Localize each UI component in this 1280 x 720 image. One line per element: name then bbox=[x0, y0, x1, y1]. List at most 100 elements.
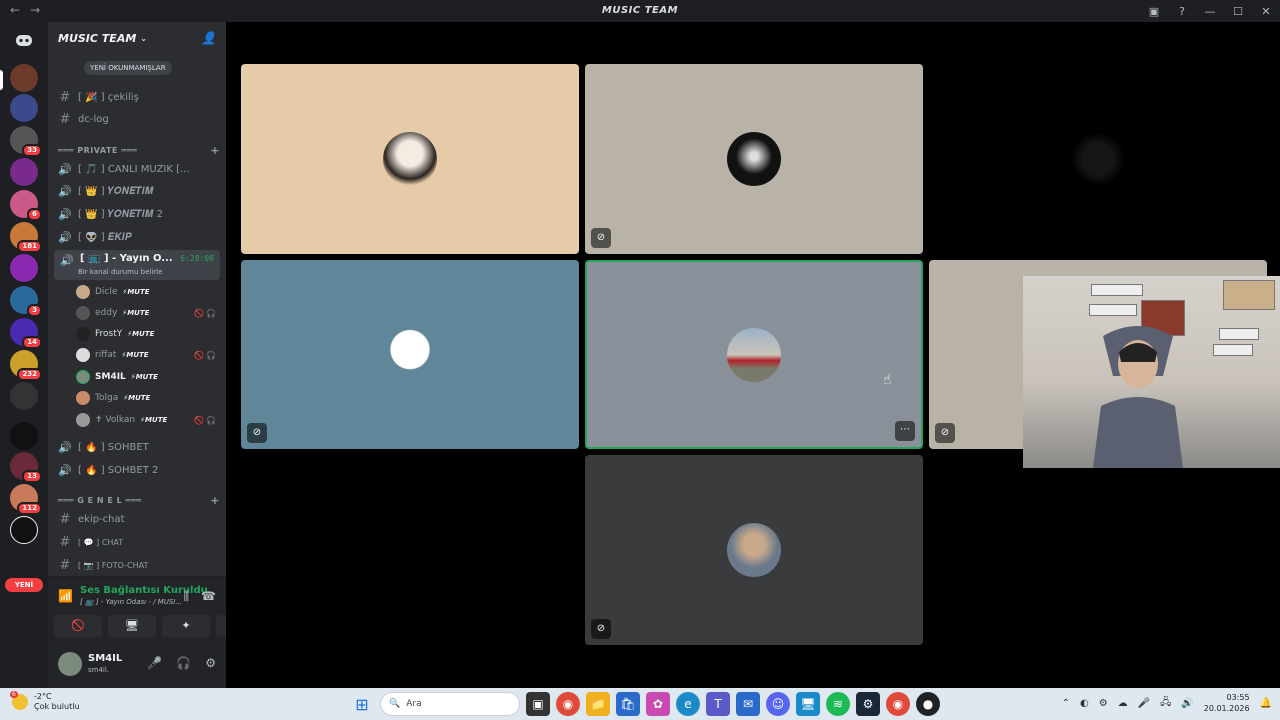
participant-tile[interactable]: ⊘ bbox=[585, 64, 923, 254]
activities-button[interactable]: ✦ bbox=[162, 615, 210, 637]
voice-member[interactable]: ✝ Volkan ⚡MUTE 🚫🎧 bbox=[76, 411, 218, 429]
tray-app-icon[interactable]: ◐ bbox=[1080, 698, 1089, 709]
server-icon[interactable] bbox=[10, 64, 38, 92]
microphone-icon[interactable]: 🎤 bbox=[147, 656, 162, 670]
hash-icon: # bbox=[59, 89, 71, 105]
windows-start-icon[interactable]: ⊞ bbox=[350, 692, 374, 716]
voice-member[interactable]: FrostY ⚡MUTE bbox=[76, 325, 218, 343]
unread-messages-pill[interactable]: YENİ OKUNMAMIŞLAR bbox=[84, 61, 172, 75]
voice-member[interactable]: Dicle ⚡MUTE bbox=[76, 283, 218, 301]
store-icon[interactable]: 🛍 bbox=[616, 692, 640, 716]
plus-icon[interactable]: + bbox=[210, 494, 220, 507]
discord-icon[interactable]: ☺ bbox=[766, 692, 790, 716]
server-icon[interactable] bbox=[10, 94, 38, 122]
channel-foto-chat[interactable]: # [ 📷 ] FOTO-CHAT bbox=[56, 555, 220, 575]
close-button[interactable]: ✕ bbox=[1252, 5, 1280, 18]
voice-channel[interactable]: 🔊 [ 🔥 ] SOHBET bbox=[56, 437, 220, 457]
voice-channel-name[interactable]: [ 📺 ] - Yayın Odası - / MUSI... bbox=[80, 598, 182, 606]
voice-member[interactable]: Tolga ⚡MUTE bbox=[76, 389, 218, 407]
edge-icon[interactable]: e bbox=[676, 692, 700, 716]
username[interactable]: SM4IL bbox=[88, 653, 122, 664]
notification-bell-icon[interactable]: 🔔 bbox=[1260, 698, 1272, 709]
server-icon[interactable]: 14 bbox=[10, 318, 42, 349]
obs-icon[interactable]: ● bbox=[916, 692, 940, 716]
maximize-button[interactable]: ☐ bbox=[1224, 5, 1252, 18]
avatar[interactable] bbox=[58, 652, 82, 676]
server-header[interactable]: MUSIC TEAM ⌄ 👤 bbox=[48, 22, 226, 54]
volume-icon[interactable]: 🔊 bbox=[1181, 698, 1193, 709]
server-icon[interactable]: 3 bbox=[10, 286, 42, 317]
tray-app-icon[interactable]: ☁ bbox=[1118, 698, 1128, 709]
server-icon[interactable] bbox=[10, 422, 38, 450]
server-icon[interactable]: 112 bbox=[10, 484, 42, 515]
weather-icon: 6 bbox=[10, 691, 28, 710]
server-icon[interactable] bbox=[10, 516, 38, 544]
category-private[interactable]: ═══ PRIVATE ═══ + bbox=[58, 143, 220, 157]
disconnect-icon[interactable]: ☎ bbox=[201, 589, 216, 604]
gear-icon[interactable]: ⚙ bbox=[205, 656, 216, 670]
server-icon[interactable] bbox=[10, 158, 38, 186]
voice-member[interactable]: eddy ⚡MUTE 🚫🎧 bbox=[76, 304, 218, 322]
screen-share-button[interactable]: 🖥 bbox=[108, 615, 156, 637]
noise-suppression-icon[interactable]: ⫼ bbox=[184, 589, 190, 604]
monitor-icon[interactable]: 🖥 bbox=[796, 692, 820, 716]
channel-ekip-chat[interactable]: # ekip-chat bbox=[56, 509, 220, 529]
minimize-button[interactable]: — bbox=[1196, 5, 1224, 18]
speaker-icon: 🔊 bbox=[58, 162, 72, 176]
server-icon[interactable]: 33 bbox=[10, 126, 42, 157]
participant-tile-speaking[interactable]: ⋯ bbox=[585, 260, 923, 449]
camera-off-button[interactable]: 🚫 bbox=[54, 615, 102, 637]
steam-icon[interactable]: ⚙ bbox=[856, 692, 880, 716]
server-icon[interactable]: 181 bbox=[10, 222, 42, 253]
chrome-icon[interactable]: ◉ bbox=[556, 692, 580, 716]
copilot-icon[interactable]: ✿ bbox=[646, 692, 670, 716]
channel-cekilis[interactable]: # [ 🎉 ] çekiliş bbox=[56, 87, 220, 107]
participant-tile[interactable] bbox=[929, 64, 1267, 254]
voice-channel[interactable]: 🔊 [ 👑 ] 𝒀𝑶𝑵𝑬𝑻𝑰𝑴 2 bbox=[56, 204, 220, 224]
server-icon[interactable] bbox=[10, 254, 38, 282]
mute-tag: ⚡MUTE bbox=[127, 330, 155, 338]
voice-member[interactable]: SM4IL ⚡MUTE bbox=[76, 368, 218, 386]
category-genel[interactable]: ═══ G E N E L ═══ + bbox=[58, 493, 220, 507]
tray-app-icon[interactable]: ⚙ bbox=[1099, 698, 1108, 709]
voice-channel[interactable]: 🔊 [ 👽 ] 𝑬𝑲𝑰𝑷 bbox=[56, 227, 220, 247]
search-box[interactable]: 🔍 Ara bbox=[380, 692, 520, 716]
file-explorer-icon[interactable]: 📁 bbox=[586, 692, 610, 716]
help-icon[interactable]: ? bbox=[1168, 5, 1196, 18]
channel-dc-log[interactable]: # dc-log bbox=[56, 109, 220, 129]
task-view-icon[interactable]: ▣ bbox=[526, 692, 550, 716]
server-icon[interactable] bbox=[10, 382, 38, 410]
more-options-icon[interactable]: ⋯ bbox=[895, 421, 915, 441]
teams-icon[interactable]: T bbox=[706, 692, 730, 716]
network-icon[interactable]: 🖧 bbox=[1160, 695, 1171, 712]
server-icon[interactable]: 232 bbox=[10, 350, 42, 381]
channel-chat[interactable]: # [ 💬 ] CHAT bbox=[56, 532, 220, 552]
hash-icon: # bbox=[59, 511, 71, 527]
active-voice-channel[interactable]: 🔊 [ 📺 ] - Yayın O... 6:28:08 Bir kanal d… bbox=[54, 250, 220, 280]
chevron-up-icon[interactable]: ⌃ bbox=[1062, 698, 1070, 709]
inbox-icon[interactable]: ▣ bbox=[1140, 5, 1168, 18]
spotify-icon[interactable]: ≋ bbox=[826, 692, 850, 716]
voice-channel[interactable]: 🔊 [ 👑 ] 𝒀𝑶𝑵𝑬𝑻𝑰𝑴 bbox=[56, 181, 220, 201]
clock[interactable]: 03:55 20.01.2026 bbox=[1204, 692, 1250, 714]
participant-tile[interactable]: ⊘ bbox=[241, 260, 579, 449]
weather-widget[interactable]: 6 -2°C Çok bulutlu bbox=[10, 691, 80, 712]
add-user-icon[interactable]: 👤 bbox=[201, 31, 216, 45]
plus-icon[interactable]: + bbox=[210, 144, 220, 157]
server-icon[interactable]: 6 bbox=[10, 190, 42, 221]
speaker-icon: 🔊 bbox=[60, 254, 74, 267]
server-icon[interactable]: 13 bbox=[10, 452, 42, 483]
headphones-icon[interactable]: 🎧 bbox=[176, 656, 191, 670]
voice-channel[interactable]: 🔊 [ 🔥 ] SOHBET 2 bbox=[56, 460, 220, 480]
outlook-icon[interactable]: ✉ bbox=[736, 692, 760, 716]
discord-home-icon[interactable] bbox=[10, 26, 38, 54]
channel-status[interactable]: Bir kanal durumu belirle bbox=[78, 268, 162, 276]
participant-tile[interactable] bbox=[241, 64, 579, 254]
new-servers-pill[interactable]: YENİ bbox=[5, 578, 43, 592]
voice-channel[interactable]: 🔊 [ 🎵 ] CANLI MÜZİK [... bbox=[56, 159, 220, 179]
mute-tag: ⚡MUTE bbox=[140, 416, 168, 424]
chrome-icon[interactable]: ◉ bbox=[886, 692, 910, 716]
voice-member[interactable]: riffat ⚡MUTE 🚫🎧 bbox=[76, 346, 218, 364]
participant-tile[interactable]: ⊘ bbox=[585, 455, 923, 645]
microphone-icon[interactable]: 🎤 bbox=[1138, 698, 1150, 709]
